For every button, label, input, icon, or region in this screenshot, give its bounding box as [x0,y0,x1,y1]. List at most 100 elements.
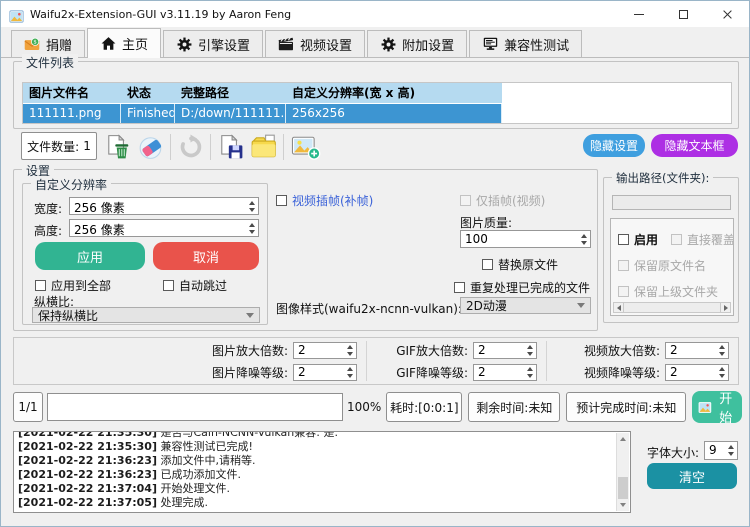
spinner-arrows-icon[interactable] [724,442,737,459]
folder-icon [250,134,278,160]
spinner-arrows-icon[interactable] [577,231,590,247]
spinner-arrows-icon[interactable] [245,198,258,214]
erase-list-button[interactable] [134,132,167,162]
scroll-left-icon[interactable] [613,302,624,313]
font-size-value: 9 [705,442,724,459]
image-style-dropdown[interactable]: 2D动漫 [460,297,591,314]
output-path-input[interactable] [612,195,731,210]
width-spinner[interactable]: 256 像素 [69,197,259,215]
log-line: [2021-02-22 21:36:23] 已成功添加文件. [18,468,613,482]
spinner-arrows-icon[interactable] [715,343,728,358]
video-scale-spinner[interactable]: 2 [665,342,729,359]
settings-group: 设置 自定义分辨率 宽度: 256 像素 高度: 256 像素 应用 取消 应用… [13,169,598,331]
file-count-label: 文件数量: [27,138,79,155]
delete-file-button[interactable] [101,132,134,162]
font-size-spinner[interactable]: 9 [704,441,738,460]
hide-textbox-button[interactable]: 隐藏文本框 [651,134,738,157]
tab-compatibility-test-label: 兼容性测试 [504,35,569,54]
apply-to-all-checkbox[interactable]: 应用到全部 [35,277,111,294]
overwrite-label: 直接覆盖 [687,231,734,248]
remaining-time-box: 剩余时间:未知 [468,392,560,422]
image-quality-spinner[interactable]: 100 [460,230,591,248]
cell-fullpath: D:/down/111111.png [175,104,286,123]
spinner-arrows-icon[interactable] [523,365,536,380]
checkbox-icon [454,282,465,293]
tab-engine-settings[interactable]: 引擎设置 [163,30,263,57]
height-spinner[interactable]: 256 像素 [69,219,259,237]
aspect-ratio-dropdown[interactable]: 保持纵横比 [32,307,260,323]
gif-scale-spinner[interactable]: 2 [473,342,537,359]
spinner-arrows-icon[interactable] [245,220,258,236]
gif-denoise-spinner[interactable]: 2 [473,364,537,381]
horizontal-scrollbar[interactable] [613,302,731,313]
spinner-arrows-icon[interactable] [343,365,356,380]
cancel-button[interactable]: 取消 [153,242,259,270]
keep-filename-label: 保留原文件名 [634,257,706,274]
image-style-label: 图像样式(waifu2x-ncnn-vulkan): [276,300,462,317]
log-textbox[interactable]: [2021-02-22 21:35:30] 是否与Cain-NCNN-Vulka… [13,431,631,513]
spinner-arrows-icon[interactable] [343,343,356,358]
keep-parent-folder-label: 保留上级文件夹 [634,283,718,300]
reprocess-finished-checkbox[interactable]: 重复处理已完成的文件 [454,279,590,296]
minimize-icon [634,14,644,15]
vertical-scrollbar[interactable] [616,433,629,511]
file-list-group-title: 文件列表 [22,54,78,71]
checkbox-icon [35,280,46,291]
replace-original-checkbox[interactable]: 替换原文件 [482,256,558,273]
spinner-arrows-icon[interactable] [523,343,536,358]
image-scale-spinner[interactable]: 2 [293,342,357,359]
tab-extra-settings[interactable]: 附加设置 [367,30,467,57]
scroll-up-icon[interactable] [620,437,626,441]
column-header-custom-resolution[interactable]: 自定义分辨率(宽 x 高) [286,83,502,103]
apply-to-all-label: 应用到全部 [51,277,111,294]
column-header-filename[interactable]: 图片文件名 [23,83,121,103]
file-count-box: 文件数量: 1 [21,132,97,160]
overwrite-checkbox[interactable]: 直接覆盖 [671,231,734,248]
keep-parent-folder-checkbox[interactable]: 保留上级文件夹 [618,283,718,300]
apply-button[interactable]: 应用 [35,242,145,270]
tab-home[interactable]: 主页 [87,28,161,58]
video-denoise-value: 2 [666,365,715,380]
progress-counter: 1/1 [13,392,43,422]
window-controls [617,1,749,27]
minimize-button[interactable] [617,1,661,27]
image-denoise-spinner[interactable]: 2 [293,364,357,381]
eraser-icon [138,134,164,160]
start-button[interactable]: 开始 [692,391,742,423]
image-scale-label: 图片放大倍数: [184,342,288,359]
log-lines: [2021-02-22 21:35:30] 是否与Cain-NCNN-Vulka… [18,431,613,510]
scroll-right-icon[interactable] [720,302,731,313]
tab-donate-label: 捐赠 [46,35,72,54]
frame-interpolation-label: 视频插帧(补帧) [292,192,373,209]
frame-interpolation-checkbox[interactable]: 视频插帧(补帧) [276,192,373,209]
keep-filename-checkbox[interactable]: 保留原文件名 [618,257,706,274]
save-file-list-button[interactable] [214,132,247,162]
table-header-row: 图片文件名 状态 完整路径 自定义分辨率(宽 x 高) [23,83,502,103]
spinner-arrows-icon[interactable] [715,365,728,380]
column-header-fullpath[interactable]: 完整路径 [175,83,286,103]
donate-icon: $ [24,36,40,52]
output-options-panel: 启用 直接覆盖 保留原文件名 保留上级文件夹 [610,218,734,316]
open-folder-button[interactable] [247,132,280,162]
toolbar-divider [283,134,284,160]
column-header-status[interactable]: 状态 [121,83,175,103]
tab-donate[interactable]: $ 捐赠 [11,30,85,57]
output-enable-checkbox[interactable]: 启用 [618,231,658,248]
video-denoise-spinner[interactable]: 2 [665,364,729,381]
clear-log-button[interactable]: 清空 [647,463,737,489]
add-image-button[interactable] [287,132,325,162]
only-interpolation-checkbox[interactable]: 仅插帧(视频) [460,192,545,209]
tab-video-settings[interactable]: 视频设置 [265,30,365,57]
scrollbar-track[interactable] [624,302,720,313]
hide-settings-button[interactable]: 隐藏设置 [583,134,645,157]
tab-compatibility-test[interactable]: 兼容性测试 [469,30,582,57]
auto-skip-checkbox[interactable]: 自动跳过 [163,277,227,294]
maximize-button[interactable] [661,1,705,27]
checkbox-icon [618,234,629,245]
scroll-down-icon[interactable] [620,503,626,507]
refresh-button[interactable] [174,132,207,162]
close-button[interactable] [705,1,749,27]
scrollbar-thumb[interactable] [618,477,628,499]
table-row[interactable]: 111111.png Finished D:/down/111111.png 2… [23,103,502,123]
checkbox-icon [671,234,682,245]
